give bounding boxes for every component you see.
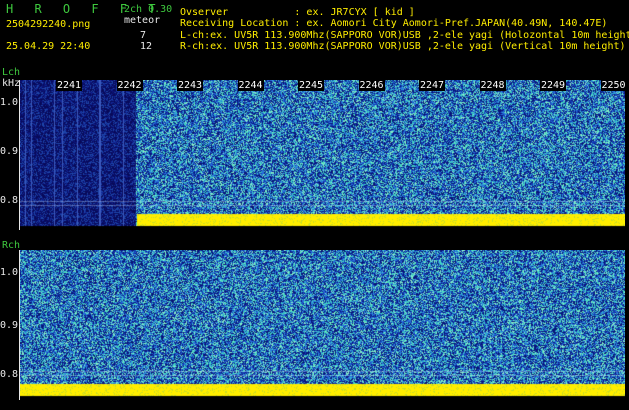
rch-spectrogram: [20, 250, 625, 400]
time-label-2248: 2248: [479, 80, 506, 91]
meteor-count-l: 7: [140, 30, 147, 41]
rch-label: Rch: [2, 240, 21, 251]
rch-tick-0.8: 0.8: [0, 369, 19, 380]
location-info: Receiving Location : ex. Aomori City Aom…: [180, 18, 608, 29]
datetime-label: 25.04.29 22:40: [6, 41, 91, 52]
time-label-2241: 2241: [56, 80, 83, 91]
meteor-label: meteor: [124, 15, 161, 26]
lch-unit: kHz: [2, 78, 21, 89]
time-label-2247: 2247: [419, 80, 446, 91]
time-label-2244: 2244: [237, 80, 264, 91]
rch-info: R-ch:ex. UV5R 113.900Mhz(SAPPORO VOR)USB…: [180, 41, 626, 52]
rch-tick-0.9: 0.9: [0, 320, 19, 331]
lch-tick-1.0: 1.0: [0, 97, 19, 108]
lch-label: Lch: [2, 67, 21, 78]
lch-info: L-ch:ex. UV5R 113.900Mhz(SAPPORO VOR)USB…: [180, 30, 629, 41]
time-label-2249: 2249: [540, 80, 567, 91]
time-label-2242: 2242: [116, 80, 143, 91]
version-label: 2ch 0.30: [124, 4, 173, 15]
meteor-count-r: 12: [140, 41, 153, 52]
lch-spectrogram: [20, 80, 625, 230]
time-label-2250: 2250: [600, 80, 627, 91]
time-label-2245: 2245: [298, 80, 325, 91]
observer-info: Ovserver : ex. JR7CYX [ kid ]: [180, 7, 415, 18]
rch-tick-1.0: 1.0: [0, 267, 19, 278]
time-label-2246: 2246: [358, 80, 385, 91]
time-label-2243: 2243: [177, 80, 204, 91]
lch-tick-0.8: 0.8: [0, 195, 19, 206]
lch-tick-0.9: 0.9: [0, 146, 19, 157]
filename-label: 2504292240.png: [6, 19, 91, 30]
